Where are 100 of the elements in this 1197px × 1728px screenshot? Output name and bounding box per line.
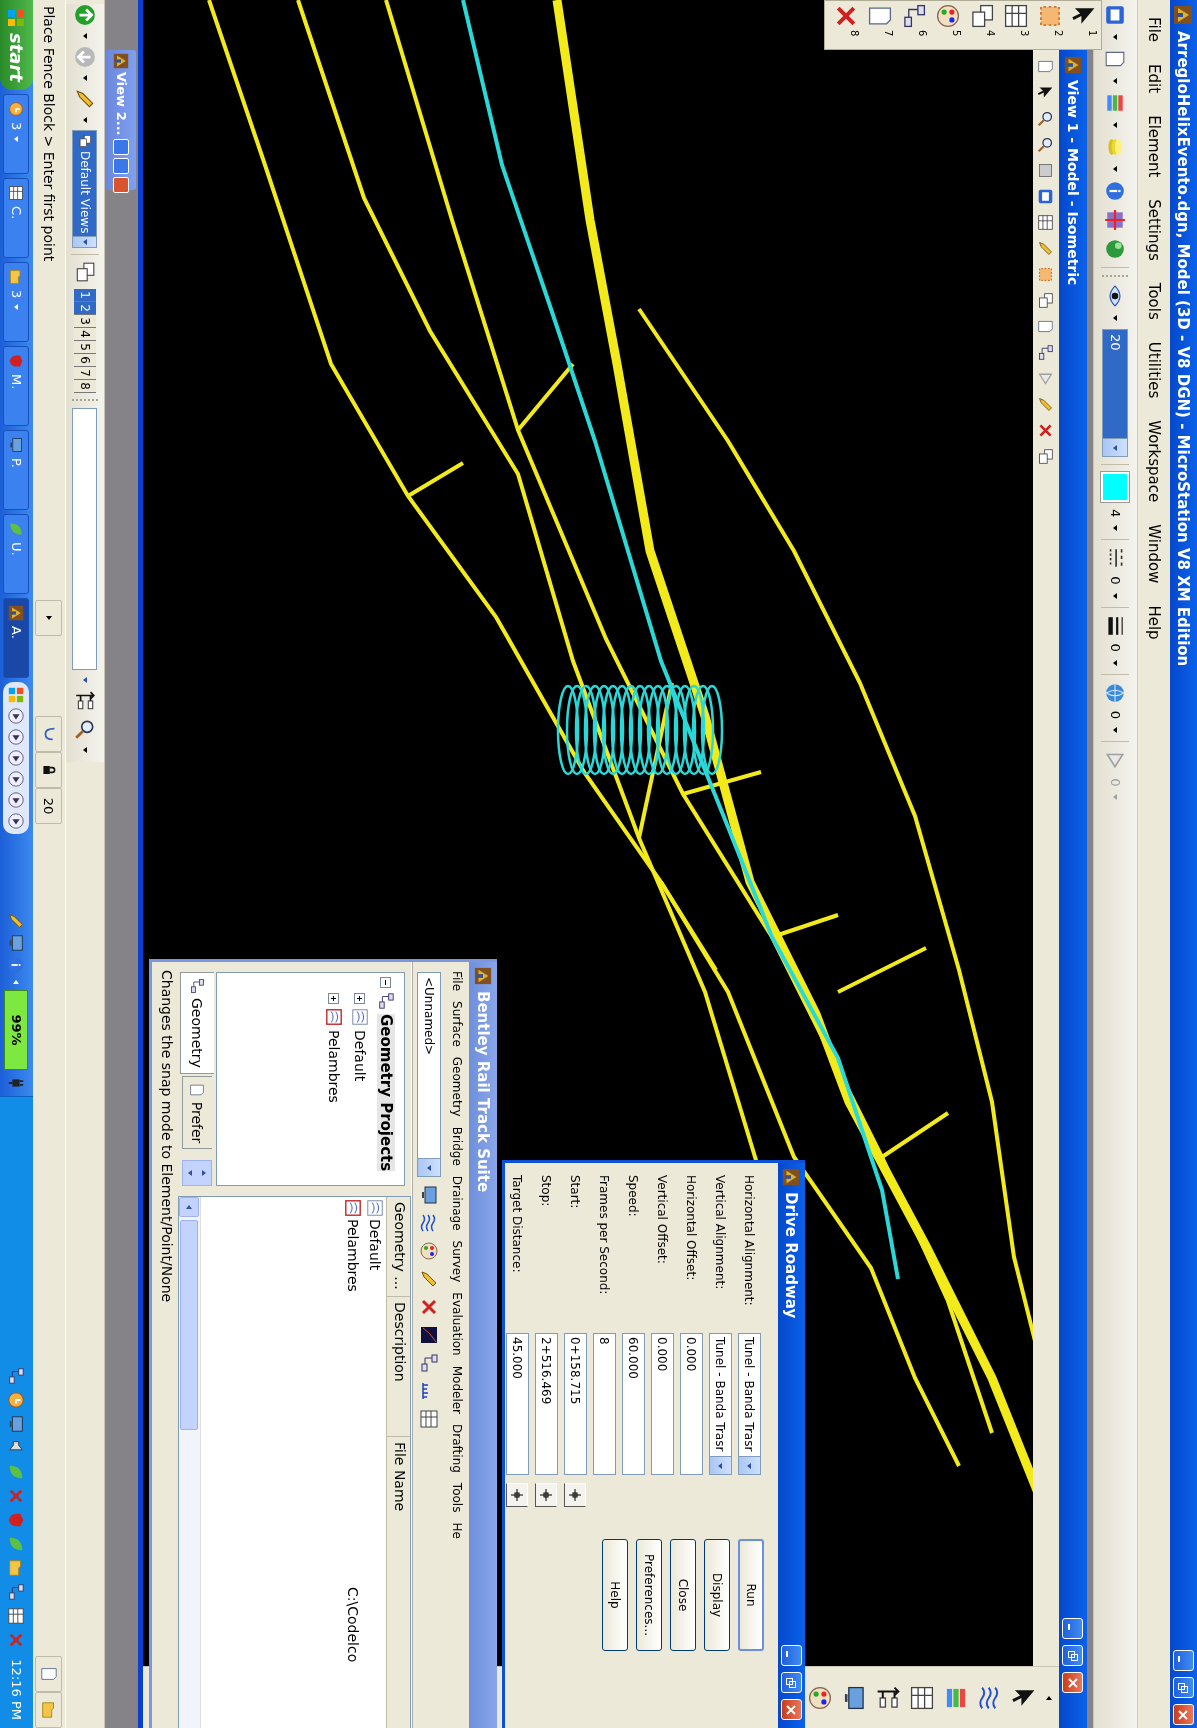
tree-icon[interactable] [875,1684,901,1711]
restore-button[interactable] [1173,1677,1194,1698]
menu-item[interactable]: Modeler [450,1360,464,1420]
expand-icon[interactable] [328,993,340,1004]
caret-icon[interactable] [1111,658,1120,667]
play-icon[interactable] [7,770,26,788]
info-icon[interactable] [1104,180,1127,202]
cross-icon[interactable] [419,1297,439,1317]
color-swatch[interactable] [1101,472,1130,502]
window-icon[interactable] [1104,4,1127,26]
menu-item[interactable]: Drafting [450,1419,464,1478]
input-field[interactable]: 8 [593,1333,616,1475]
project-dropdown[interactable]: <Unnamed> [417,972,441,1177]
input-field[interactable]: 45.000 [506,1333,529,1475]
pencil-icon[interactable] [74,88,96,110]
lock-cell[interactable] [35,752,63,788]
selection-icon[interactable] [1037,3,1063,29]
pencil-icon[interactable] [7,912,26,930]
collapse-icon[interactable] [380,977,392,988]
network-icon[interactable] [901,3,927,29]
pencil-icon[interactable] [1037,396,1055,413]
window-icon[interactable] [1037,188,1055,205]
menu-item[interactable]: Drainage [450,1170,464,1236]
menu-item[interactable]: He [450,1517,464,1544]
magnifier-icon[interactable] [1037,110,1055,127]
menu-item[interactable]: Geometry [450,1051,464,1122]
close-button[interactable] [1173,1704,1194,1725]
caret-icon[interactable] [1111,314,1120,322]
view-toggle[interactable]: 3 [74,315,96,328]
pencil-icon[interactable] [419,1269,439,1289]
dialog-button[interactable]: Preferences... [636,1539,662,1651]
close-button[interactable] [781,1699,802,1720]
cascade-icon[interactable] [1037,292,1055,309]
taskbar-button[interactable]: M. [3,346,30,426]
menu-item[interactable]: Workspace [1145,411,1163,512]
network-icon[interactable] [419,1353,439,1373]
clock-icon[interactable] [7,1391,26,1410]
close-button[interactable] [1062,1672,1084,1693]
column-header[interactable]: File Name [387,1437,410,1728]
grid-icon[interactable] [909,1684,935,1711]
taskbar-button[interactable]: P. [3,430,30,510]
snap-cell[interactable] [35,716,63,752]
cascade-icon[interactable] [1037,448,1055,465]
dialog-button[interactable]: Run [738,1539,764,1651]
play-icon[interactable] [7,707,26,725]
dialog-button[interactable]: Display [704,1539,730,1651]
dialog-button[interactable]: Close [670,1539,696,1651]
tree-item[interactable]: Pelambres [326,1030,342,1103]
view-toggle[interactable]: 8 [74,380,96,393]
grid-icon[interactable] [1003,3,1029,29]
network-icon[interactable] [7,1367,26,1386]
view-toggle[interactable]: 2 [74,302,96,315]
restore-button[interactable] [781,1672,802,1693]
status-cell[interactable] [35,1692,63,1728]
caret-icon[interactable] [1111,121,1120,129]
square-icon[interactable] [1037,162,1055,179]
tab[interactable]: Geometry [180,972,214,1074]
menu-item[interactable]: Survey [450,1235,464,1288]
menu-item[interactable]: Tools [450,1477,464,1518]
cascade-icon[interactable] [969,3,995,29]
alignment-dropdown[interactable]: Tunel - Banda Trasr [738,1333,761,1475]
taskbar-button[interactable]: C. [3,178,30,258]
views-dropdown[interactable]: Default Views [72,130,98,248]
palette-icon[interactable] [935,3,961,29]
play-icon[interactable] [7,728,26,746]
menu-item[interactable]: Evaluation [450,1287,464,1361]
key-in-field[interactable] [72,408,98,670]
play-icon[interactable] [7,812,26,830]
taskbar-button[interactable]: A. [3,598,30,678]
menu-item[interactable]: Element [1145,106,1163,187]
input-field[interactable]: 0+158.715 [564,1333,587,1475]
view-toggle[interactable]: 5 [74,341,96,354]
caret-icon[interactable] [1111,726,1120,735]
caret-icon[interactable] [1111,77,1120,85]
tree-icon[interactable] [74,690,96,712]
cascade-icon[interactable] [74,261,96,283]
minimize-button[interactable] [1062,1618,1084,1639]
input-field[interactable]: 0.000 [651,1333,674,1475]
menu-item[interactable]: Edit [1145,55,1163,103]
menu-item[interactable]: Settings [1145,190,1163,270]
palette-icon[interactable] [419,1241,439,1261]
grid-icon[interactable] [419,1409,439,1429]
restore-button[interactable] [113,138,130,155]
minimize-button[interactable] [1173,1650,1194,1671]
selection-icon[interactable] [1037,266,1055,283]
menu-item[interactable]: File [1145,8,1163,52]
view-toggle[interactable]: 6 [74,354,96,367]
menu-item[interactable]: Window [1145,515,1163,593]
column-header[interactable]: Geometry ... [387,1197,410,1297]
caret-icon[interactable] [81,116,89,124]
magnifier-icon[interactable] [1037,136,1055,153]
grid-icon[interactable] [7,1607,26,1626]
caret-icon[interactable] [1111,591,1120,600]
taskbar-button[interactable]: U. [3,514,30,594]
network-icon[interactable] [7,1583,26,1602]
menu-item[interactable]: Utilities [1145,332,1163,408]
caret-icon[interactable] [81,746,89,754]
page-icon[interactable] [1037,318,1055,335]
caret-icon[interactable] [1111,33,1120,41]
monitor-icon[interactable] [419,1185,439,1205]
